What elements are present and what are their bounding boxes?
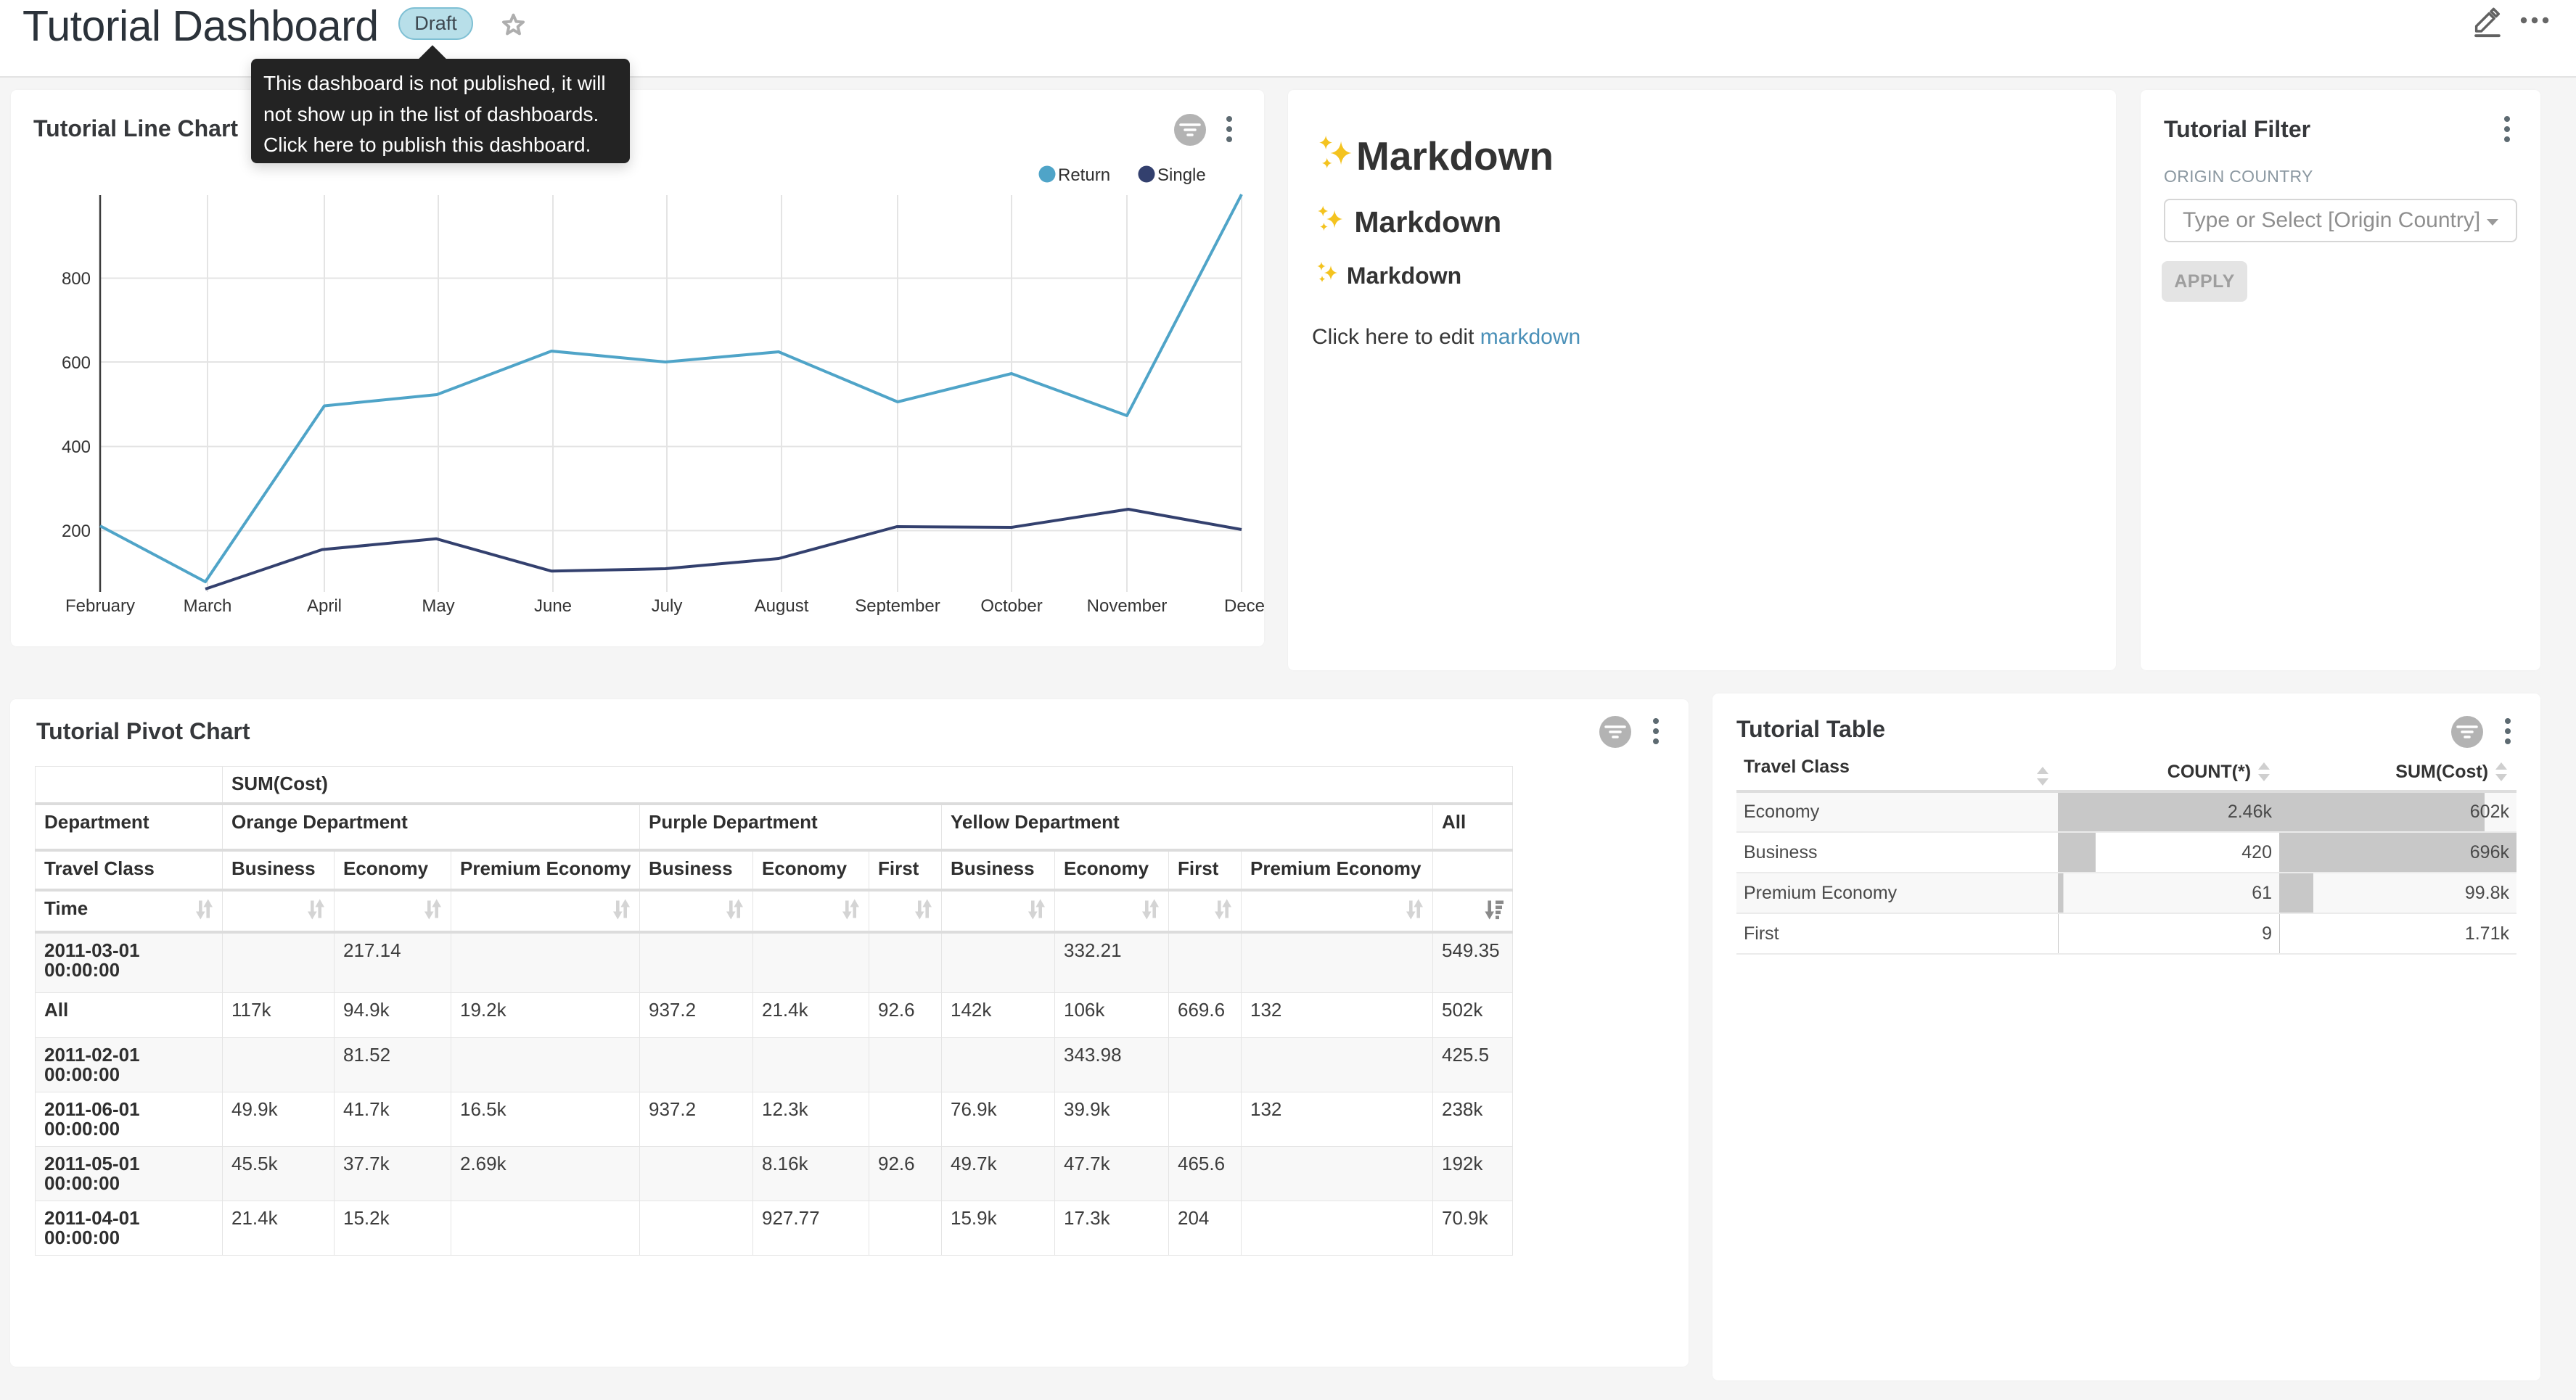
svg-text:800: 800 <box>62 269 91 289</box>
svg-text:July: July <box>652 596 683 616</box>
svg-text:Single: Single <box>1157 165 1206 185</box>
svg-text:September: September <box>855 596 940 616</box>
svg-text:November: November <box>1087 596 1168 616</box>
svg-text:400: 400 <box>62 437 91 457</box>
svg-text:March: March <box>184 596 232 616</box>
svg-text:August: August <box>755 596 809 616</box>
svg-text:Return: Return <box>1058 165 1110 185</box>
svg-text:Dece: Dece <box>1224 596 1264 616</box>
svg-text:October: October <box>980 596 1042 616</box>
svg-text:June: June <box>534 596 572 616</box>
svg-text:200: 200 <box>62 522 91 541</box>
svg-text:April: April <box>307 596 342 616</box>
svg-text:May: May <box>422 596 454 616</box>
svg-text:February: February <box>65 596 135 616</box>
svg-text:600: 600 <box>62 353 91 373</box>
